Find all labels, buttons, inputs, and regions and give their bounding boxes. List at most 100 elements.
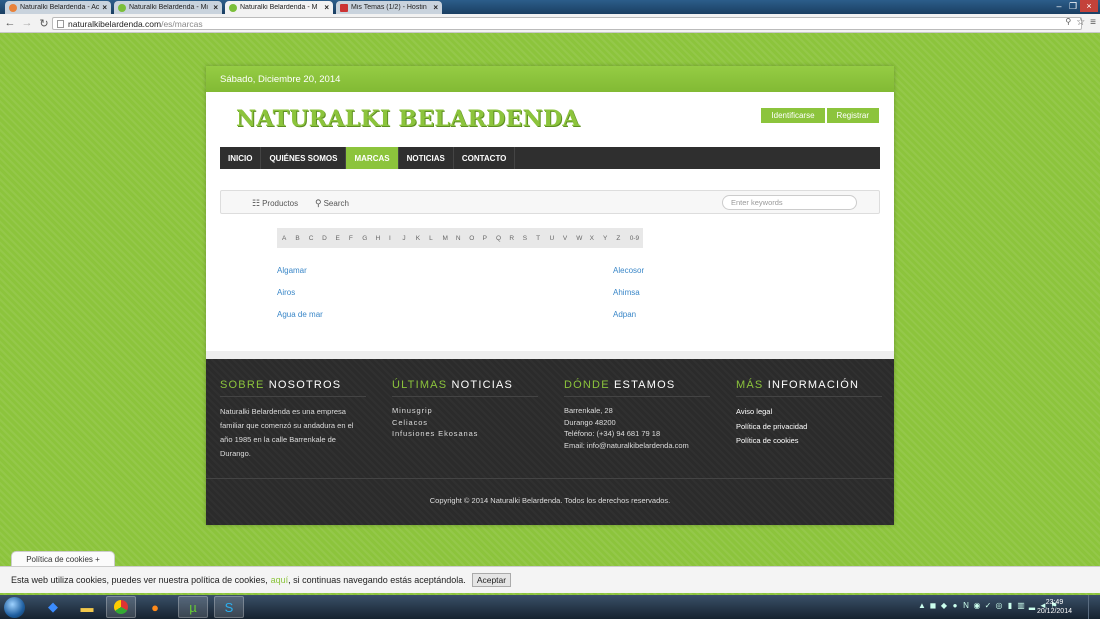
nav-item-quienes-somos[interactable]: QUIÉNES SOMOS — [261, 147, 347, 169]
alphabet-letter[interactable]: R — [509, 235, 522, 242]
clock[interactable]: 23:49 20/12/2014 — [1037, 598, 1072, 616]
search-link[interactable]: ⚲ Search — [315, 198, 349, 209]
alphabet-letter[interactable]: F — [349, 235, 362, 242]
accept-cookies-button[interactable]: Aceptar — [471, 573, 512, 587]
alphabet-letter[interactable]: B — [295, 235, 308, 242]
nav-item-marcas[interactable]: MARCAS — [346, 147, 399, 169]
site-logo[interactable]: NATURALKI BELARDENDA — [236, 106, 580, 132]
close-icon[interactable]: × — [433, 3, 438, 12]
translate-icon[interactable]: ⚲ — [1065, 17, 1071, 28]
browser-tab[interactable]: Naturalki Belardenda - Mi × — [114, 1, 222, 14]
brand-link[interactable]: Ahimsa — [613, 288, 640, 297]
signal-icon[interactable]: ▂ — [1028, 600, 1036, 610]
legal-link[interactable]: Aviso legal — [736, 405, 882, 420]
tray-icon[interactable]: N — [962, 600, 970, 610]
news-link[interactable]: Celiacos — [392, 417, 538, 429]
alphabet-letter[interactable]: K — [416, 235, 429, 242]
alphabet-letter[interactable]: N — [456, 235, 469, 242]
firefox-icon[interactable]: ● — [140, 596, 170, 618]
clock-date: 20/12/2014 — [1036, 608, 1072, 615]
file-explorer-icon[interactable]: ▬ — [72, 596, 102, 618]
alphabet-letter[interactable]: C — [309, 235, 322, 242]
alphabet-letter[interactable]: J — [402, 235, 415, 242]
minimize-icon[interactable]: – — [1052, 0, 1066, 12]
alphabet-letter[interactable]: X — [590, 235, 603, 242]
alphabet-letter[interactable]: L — [429, 235, 442, 242]
tray-icon[interactable]: ✓ — [984, 600, 992, 610]
alphabet-letter[interactable]: Z — [616, 235, 629, 242]
alphabet-letter[interactable]: M — [443, 235, 456, 242]
alphabet-letter[interactable]: Y — [603, 235, 616, 242]
alphabet-letter[interactable]: V — [563, 235, 576, 242]
main-nav: INICIO QUIÉNES SOMOS MARCAS NOTICIAS CON… — [220, 147, 880, 169]
maximize-icon[interactable]: ❐ — [1066, 0, 1080, 12]
brand-link[interactable]: Agua de mar — [277, 310, 323, 319]
browser-tab-active[interactable]: Naturalki Belardenda - M × — [225, 1, 333, 14]
address-bar[interactable]: naturalkibelardenda.com/es/marcas — [52, 17, 1082, 30]
alphabet-letter[interactable]: P — [483, 235, 496, 242]
footer-heading: MÁS INFORMACIÓN — [736, 379, 882, 397]
show-desktop-button[interactable] — [1088, 595, 1100, 619]
close-icon[interactable]: × — [324, 3, 329, 12]
news-link[interactable]: Infusiones Ekosanas — [392, 428, 538, 440]
browser-tab[interactable]: Mis Temas (1/2) - Hostin × — [336, 1, 442, 14]
alphabet-letter[interactable]: W — [576, 235, 589, 242]
heading-accent: MÁS — [736, 379, 764, 391]
alphabet-letter[interactable]: U — [550, 235, 563, 242]
alphabet-letter[interactable]: D — [322, 235, 335, 242]
alphabet-letter[interactable]: I — [389, 235, 402, 242]
heading-accent: DÓNDE — [564, 379, 610, 391]
skype-icon[interactable]: S — [214, 596, 244, 618]
tab-label: Naturalki Belardenda - Mi — [129, 4, 208, 11]
tray-icon[interactable]: ● — [951, 600, 959, 610]
brand-link[interactable]: Algamar — [277, 266, 307, 275]
back-icon[interactable]: ← — [3, 16, 17, 30]
bookmark-star-icon[interactable]: ☆ — [1076, 17, 1085, 28]
reload-icon[interactable]: ↻ — [37, 16, 51, 30]
browser-tab[interactable]: Naturalki Belardenda - Ac × — [5, 1, 111, 14]
privacy-link[interactable]: Política de privacidad — [736, 420, 882, 435]
forward-icon[interactable]: → — [20, 16, 34, 30]
search-icon: ⚲ — [315, 198, 322, 208]
tray-icon[interactable]: ◆ — [940, 600, 948, 610]
cookie-policy-tab[interactable]: Política de cookies + — [11, 551, 115, 566]
close-icon[interactable]: × — [213, 3, 218, 12]
alphabet-letter[interactable]: G — [362, 235, 375, 242]
brand-link[interactable]: Airos — [277, 288, 295, 297]
alphabet-letter[interactable]: O — [469, 235, 482, 242]
dropbox-icon[interactable]: ◆ — [38, 596, 68, 618]
alphabet-letter[interactable]: Q — [496, 235, 509, 242]
alphabet-letter[interactable]: T — [536, 235, 549, 242]
tray-icon[interactable]: ◼ — [929, 600, 937, 610]
alphabet-filter: A B C D E F G H I J K L M N O P Q R S T U V W X Y Z 0-9 — [277, 228, 643, 248]
network-icon[interactable]: ▥ — [1017, 600, 1025, 610]
brand-link[interactable]: Alecosor — [613, 266, 644, 275]
utorrent-icon[interactable]: µ — [178, 596, 208, 618]
alphabet-letter[interactable]: 0-9 — [630, 235, 643, 242]
footer-heading: ÚLTIMAS NOTICIAS — [392, 379, 538, 397]
tray-icon[interactable]: ▮ — [1006, 600, 1014, 610]
menu-icon[interactable]: ≡ — [1090, 17, 1096, 28]
alphabet-letter[interactable]: H — [376, 235, 389, 242]
alphabet-letter[interactable]: E — [336, 235, 349, 242]
tray-icon[interactable]: ◉ — [973, 600, 981, 610]
close-icon[interactable]: × — [102, 3, 107, 12]
register-button[interactable]: Registrar — [826, 108, 879, 123]
alphabet-letter[interactable]: S — [523, 235, 536, 242]
window-close-icon[interactable]: × — [1080, 0, 1098, 12]
login-button[interactable]: Identificarse — [761, 108, 825, 123]
nav-item-inicio[interactable]: INICIO — [220, 147, 262, 169]
products-link[interactable]: ☷ Productos — [252, 198, 298, 209]
tray-icon[interactable]: ◎ — [995, 600, 1003, 610]
alphabet-letter[interactable]: A — [282, 235, 295, 242]
cookie-link[interactable]: aquí — [271, 575, 289, 585]
chrome-icon[interactable] — [106, 596, 136, 618]
news-link[interactable]: Minusgrip — [392, 405, 538, 417]
tray-icon[interactable]: ▲ — [918, 600, 926, 610]
brand-link[interactable]: Adpan — [613, 310, 636, 319]
nav-item-contacto[interactable]: CONTACTO — [454, 147, 516, 169]
cookies-link[interactable]: Política de cookies — [736, 434, 882, 449]
nav-item-noticias[interactable]: NOTICIAS — [399, 147, 454, 169]
keywords-input[interactable]: Enter keywords — [722, 195, 857, 210]
start-button[interactable] — [4, 597, 25, 618]
